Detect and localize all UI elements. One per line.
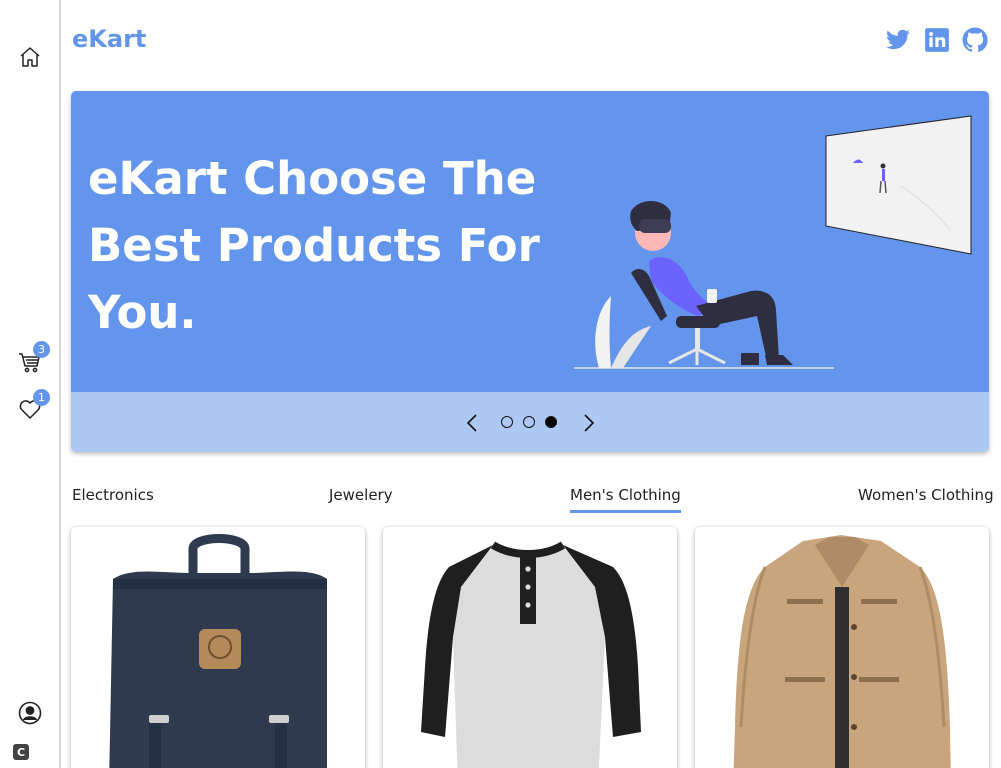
hero-title: eKart Choose The Best Products For You. [88, 152, 540, 339]
tab-womens-clothing[interactable]: Women's Clothing [858, 486, 994, 510]
wishlist-count-badge: 1 [33, 389, 50, 406]
vr-person-illustration [574, 115, 972, 369]
brand-title[interactable]: eKart [72, 25, 146, 53]
home-icon[interactable] [17, 44, 43, 70]
carousel-dot-3[interactable] [545, 416, 557, 428]
backpack-image [109, 534, 327, 768]
twitter-icon[interactable] [885, 27, 911, 53]
product-card-backpack[interactable] [71, 527, 365, 768]
product-card-henley-shirt[interactable] [383, 527, 677, 768]
tab-mens-clothing[interactable]: Men's Clothing [570, 486, 681, 513]
khaki-jacket-image [733, 535, 951, 768]
henley-shirt-image [421, 541, 641, 768]
carousel-dot-2[interactable] [523, 416, 535, 428]
github-icon[interactable] [962, 27, 988, 53]
sidebar: 3 1 C [0, 0, 61, 768]
hero-carousel: eKart Choose The Best Products For You. [71, 91, 989, 452]
carousel-next-arrow-icon[interactable] [577, 412, 599, 434]
product-card-jacket[interactable] [695, 527, 989, 768]
user-icon[interactable] [17, 700, 43, 726]
carousel-prev-arrow-icon[interactable] [462, 412, 484, 434]
linkedin-icon[interactable] [924, 27, 950, 53]
tab-electronics[interactable]: Electronics [72, 486, 154, 510]
cart-count-badge: 3 [33, 341, 50, 358]
app-logo-badge: C [13, 744, 29, 760]
carousel-dot-1[interactable] [501, 416, 513, 428]
tab-jewelery[interactable]: Jewelery [329, 486, 393, 510]
